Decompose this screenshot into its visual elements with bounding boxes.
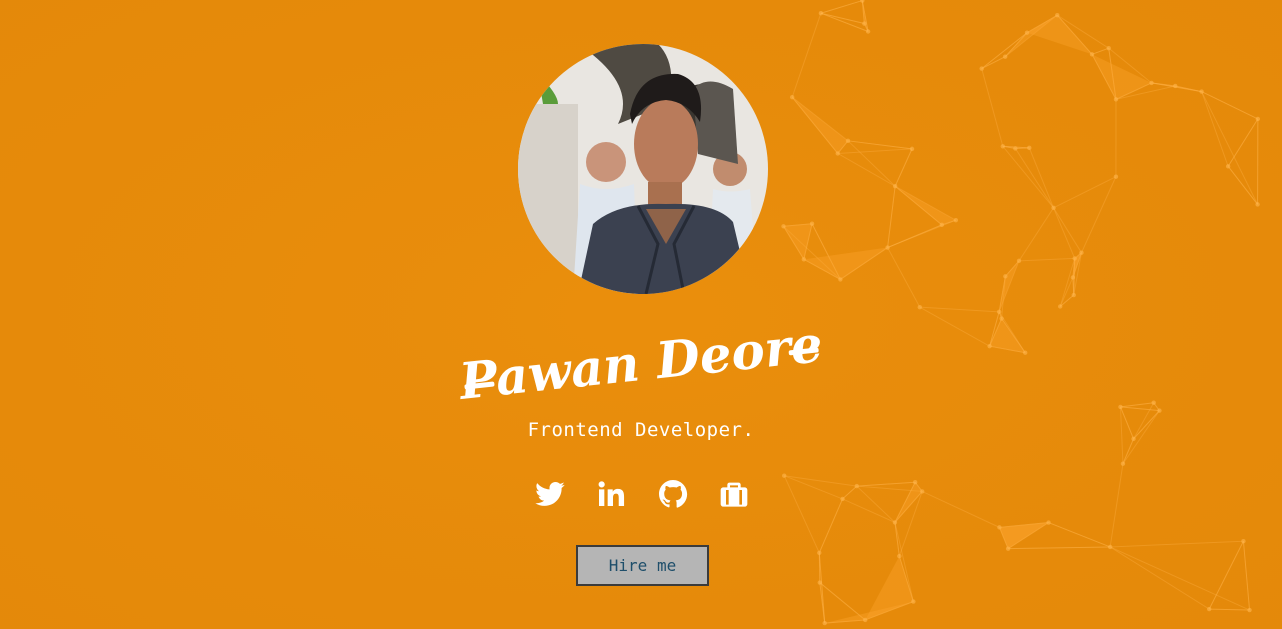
- network-node: [1151, 400, 1156, 405]
- network-node: [911, 599, 916, 604]
- network-node: [885, 245, 890, 250]
- briefcase-icon: [720, 482, 748, 507]
- github-link[interactable]: [655, 476, 691, 512]
- network-node: [1079, 250, 1084, 255]
- network-node: [1120, 461, 1126, 466]
- network-node: [1046, 520, 1051, 525]
- network-node: [1002, 54, 1008, 59]
- network-node: [1113, 97, 1119, 102]
- network-node: [1157, 408, 1162, 413]
- network-node: [1106, 45, 1111, 51]
- social-links: [532, 476, 752, 512]
- network-node: [818, 11, 824, 16]
- network-node: [953, 217, 959, 223]
- network-node: [801, 257, 807, 262]
- network-node: [845, 138, 851, 144]
- network-node: [1071, 292, 1076, 298]
- network-node: [979, 66, 984, 71]
- network-node: [1055, 12, 1060, 18]
- network-node: [1051, 205, 1056, 211]
- network-node: [1118, 404, 1123, 410]
- profile-avatar: [518, 44, 768, 294]
- network-node: [1247, 607, 1252, 613]
- linkedin-link[interactable]: [593, 476, 629, 512]
- network-node: [1003, 274, 1008, 279]
- network-node: [939, 222, 945, 228]
- network-node: [1072, 256, 1077, 261]
- network-node: [862, 21, 867, 26]
- network-node: [1206, 606, 1212, 612]
- github-icon: [658, 480, 687, 508]
- network-node: [789, 94, 795, 100]
- network-node: [1107, 544, 1113, 550]
- network-node: [1113, 174, 1119, 179]
- network-node: [897, 553, 902, 559]
- network-node: [1005, 546, 1011, 551]
- network-node: [838, 277, 843, 282]
- network-node: [1070, 275, 1076, 280]
- network-node: [1016, 258, 1022, 264]
- network-node: [1255, 116, 1261, 122]
- network-node: [854, 483, 859, 489]
- linkedin-icon: [598, 481, 625, 506]
- avatar-photo: [518, 44, 768, 294]
- name-text: Pawan Deore: [455, 318, 826, 408]
- network-node: [840, 496, 845, 502]
- network-node: [822, 620, 827, 626]
- profile-name: Pawan Deore: [455, 318, 826, 408]
- network-node: [1225, 164, 1231, 169]
- twitter-icon: [535, 482, 565, 506]
- network-node: [999, 316, 1004, 321]
- network-node: [997, 525, 1002, 530]
- network-node: [996, 309, 1002, 315]
- twitter-link[interactable]: [532, 476, 568, 512]
- network-node: [1027, 145, 1032, 151]
- network-node: [1057, 304, 1063, 309]
- profile-title: Frontend Developer.: [527, 419, 755, 441]
- network-node: [817, 550, 822, 556]
- portfolio-link[interactable]: [716, 476, 752, 512]
- network-node: [1131, 436, 1136, 442]
- network-node: [865, 29, 871, 34]
- network-node: [809, 221, 815, 226]
- network-node: [817, 580, 823, 585]
- network-node: [909, 146, 915, 152]
- network-node: [862, 617, 868, 623]
- network-node: [1089, 52, 1095, 57]
- network-node: [987, 343, 992, 349]
- network-node: [912, 480, 918, 485]
- network-node: [782, 473, 787, 478]
- network-node: [892, 520, 898, 525]
- network-node: [1013, 146, 1018, 151]
- network-node: [1000, 144, 1006, 149]
- hire-me-button[interactable]: Hire me: [576, 545, 709, 586]
- network-node: [781, 224, 786, 229]
- network-node: [1023, 350, 1028, 355]
- network-node: [1149, 80, 1154, 86]
- network-node: [917, 304, 922, 310]
- network-node: [920, 489, 925, 494]
- network-node: [892, 184, 898, 189]
- network-node: [835, 151, 840, 156]
- network-node: [1024, 30, 1030, 35]
- network-node: [1173, 83, 1178, 89]
- network-node: [1255, 202, 1260, 207]
- network-node: [1241, 538, 1246, 544]
- network-node: [1199, 89, 1204, 94]
